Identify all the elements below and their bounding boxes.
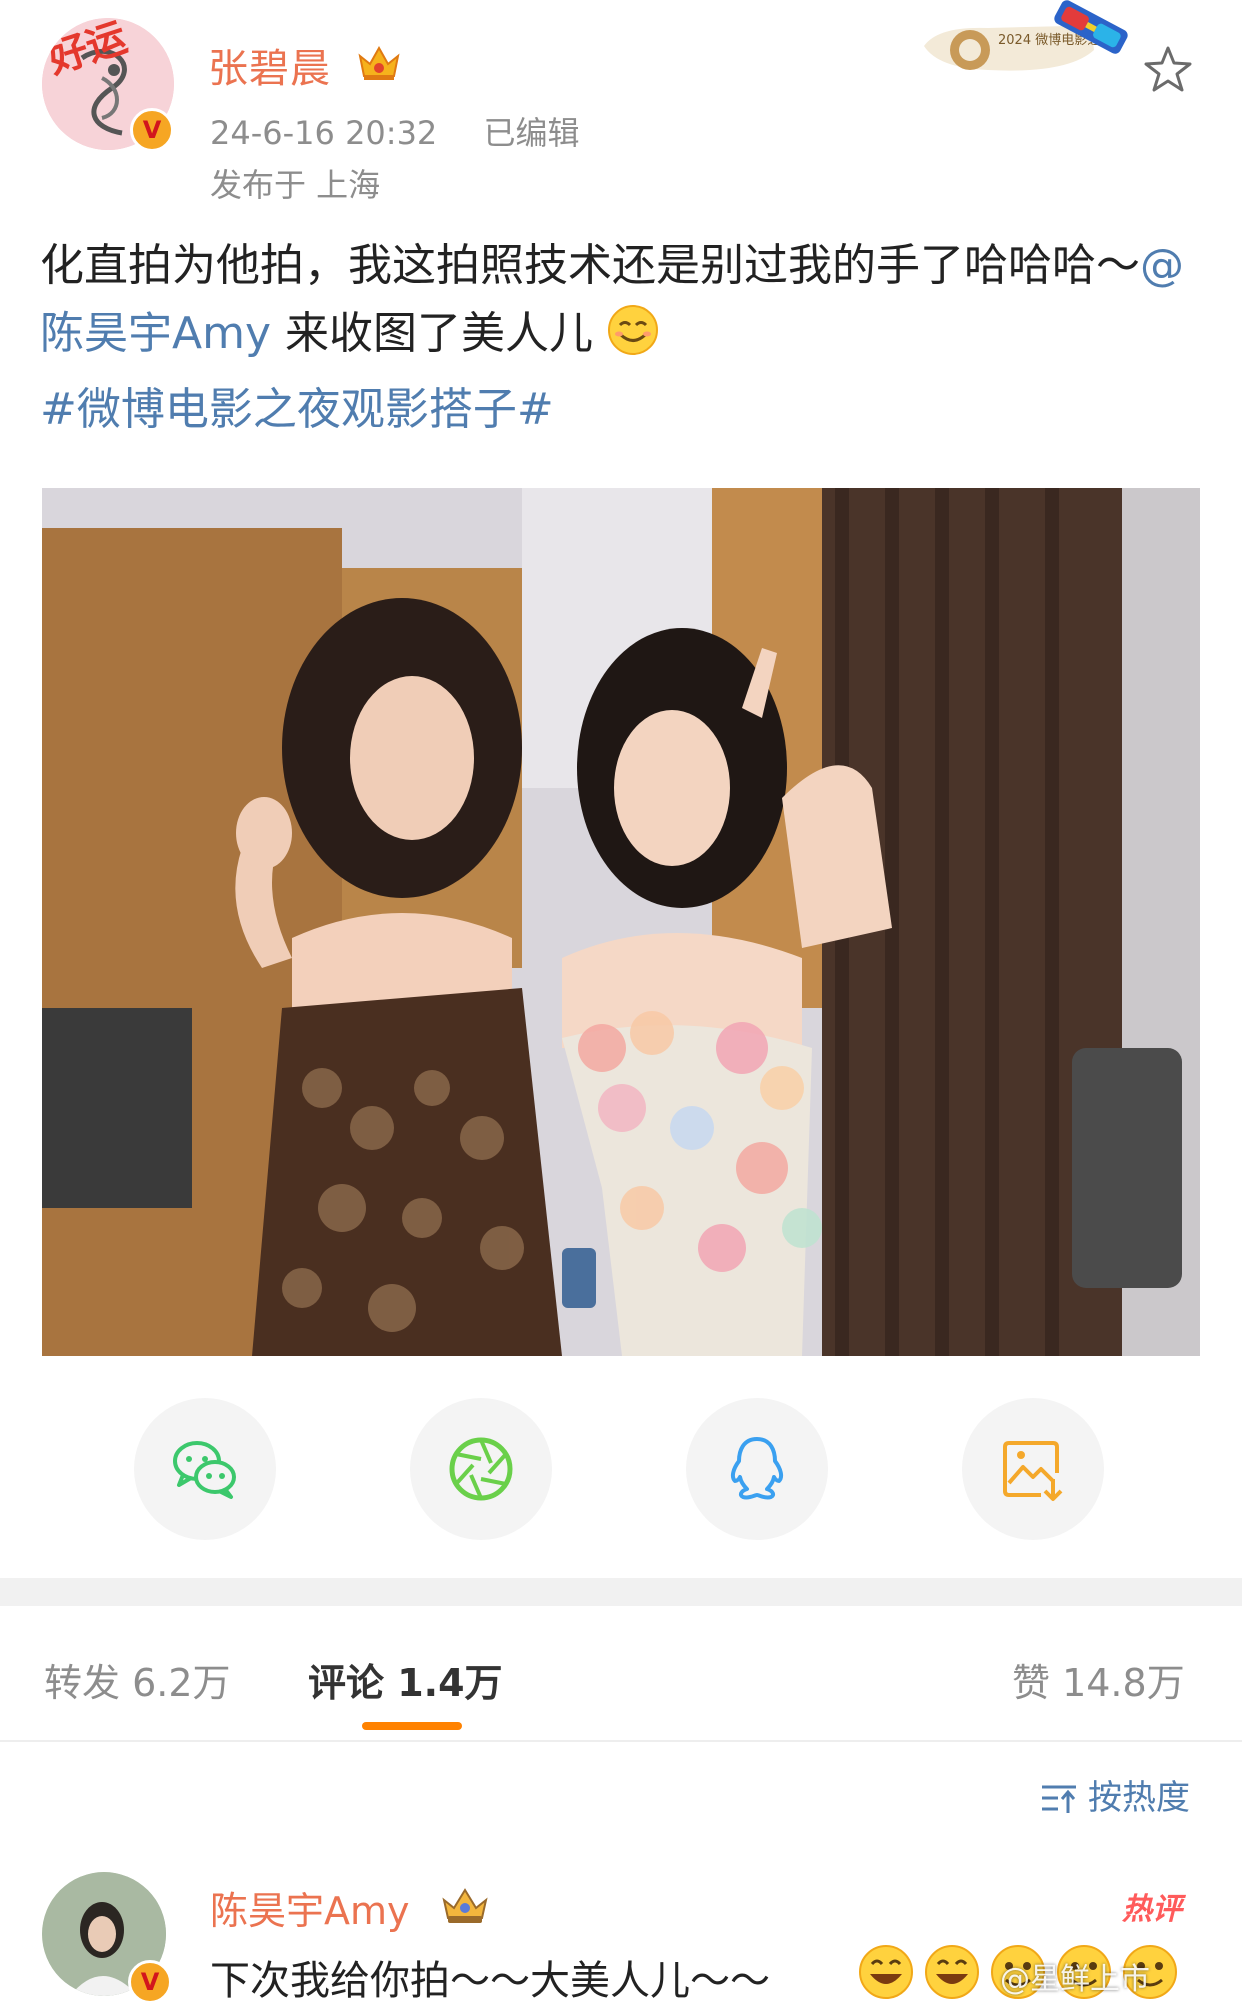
comment-text: 下次我给你拍～～大美人儿～～ — [210, 1958, 770, 2004]
post-timestamp: 24-6-16 20:32 — [210, 114, 438, 152]
save-image-button[interactable] — [962, 1398, 1104, 1540]
aperture-icon — [449, 1437, 513, 1501]
smile-emoji-icon — [607, 304, 659, 376]
edited-label[interactable]: 已编辑 — [483, 114, 579, 152]
post-meta-time: 24-6-16 20:32 已编辑 — [210, 108, 579, 154]
tab-repost[interactable]: 转发 6.2万 — [44, 1652, 231, 1707]
hashtag-link[interactable]: #微博电影之夜观影搭子# — [40, 384, 554, 435]
wechat-icon — [173, 1441, 236, 1499]
sort-by-hot-button[interactable]: 按热度 — [1040, 1770, 1190, 1819]
commenter-crown-icon[interactable] — [438, 1884, 492, 1930]
active-tab-indicator — [362, 1722, 462, 1730]
post-text-part2: 来收图了美人儿 — [271, 308, 593, 359]
tabs-divider — [0, 1740, 1242, 1742]
event-badge[interactable]: 2024 微博电影之夜 — [918, 0, 1130, 84]
post-text: 化直拍为他拍，我这拍照技术还是别过我的手了哈哈哈～@陈昊宇Amy 来收图了美人儿… — [40, 232, 1200, 444]
save-image-icon — [1003, 1441, 1063, 1501]
moments-share-button[interactable] — [410, 1398, 552, 1540]
post-location: 发布于 上海 — [210, 166, 381, 204]
section-divider — [0, 1578, 1242, 1606]
hot-comment-badge: 热评 — [1122, 1892, 1182, 1927]
author-name[interactable]: 张碧晨 — [208, 36, 331, 94]
commenter-name[interactable]: 陈昊宇Amy — [210, 1880, 410, 1935]
photo-illustration — [42, 488, 1200, 1356]
star-favorite-icon[interactable] — [1143, 45, 1193, 97]
qq-share-button[interactable] — [686, 1398, 828, 1540]
sort-label: 按热度 — [1088, 1778, 1190, 1818]
wechat-share-button[interactable] — [134, 1398, 276, 1540]
verified-badge: V — [130, 108, 174, 152]
watermark: @星鲜上市 — [1000, 1962, 1150, 1997]
crown-icon[interactable] — [356, 42, 402, 86]
tab-comment[interactable]: 评论 1.4万 — [308, 1652, 503, 1707]
post-photo[interactable] — [42, 488, 1200, 1356]
qq-penguin-icon — [730, 1437, 784, 1500]
commenter-verified-badge: V — [128, 1960, 172, 2004]
sort-icon — [1042, 1785, 1076, 1813]
tab-like[interactable]: 赞 14.8万 — [1012, 1652, 1185, 1707]
post-text-part1: 化直拍为他拍，我这拍照技术还是别过我的手了哈哈哈～ — [40, 240, 1140, 291]
